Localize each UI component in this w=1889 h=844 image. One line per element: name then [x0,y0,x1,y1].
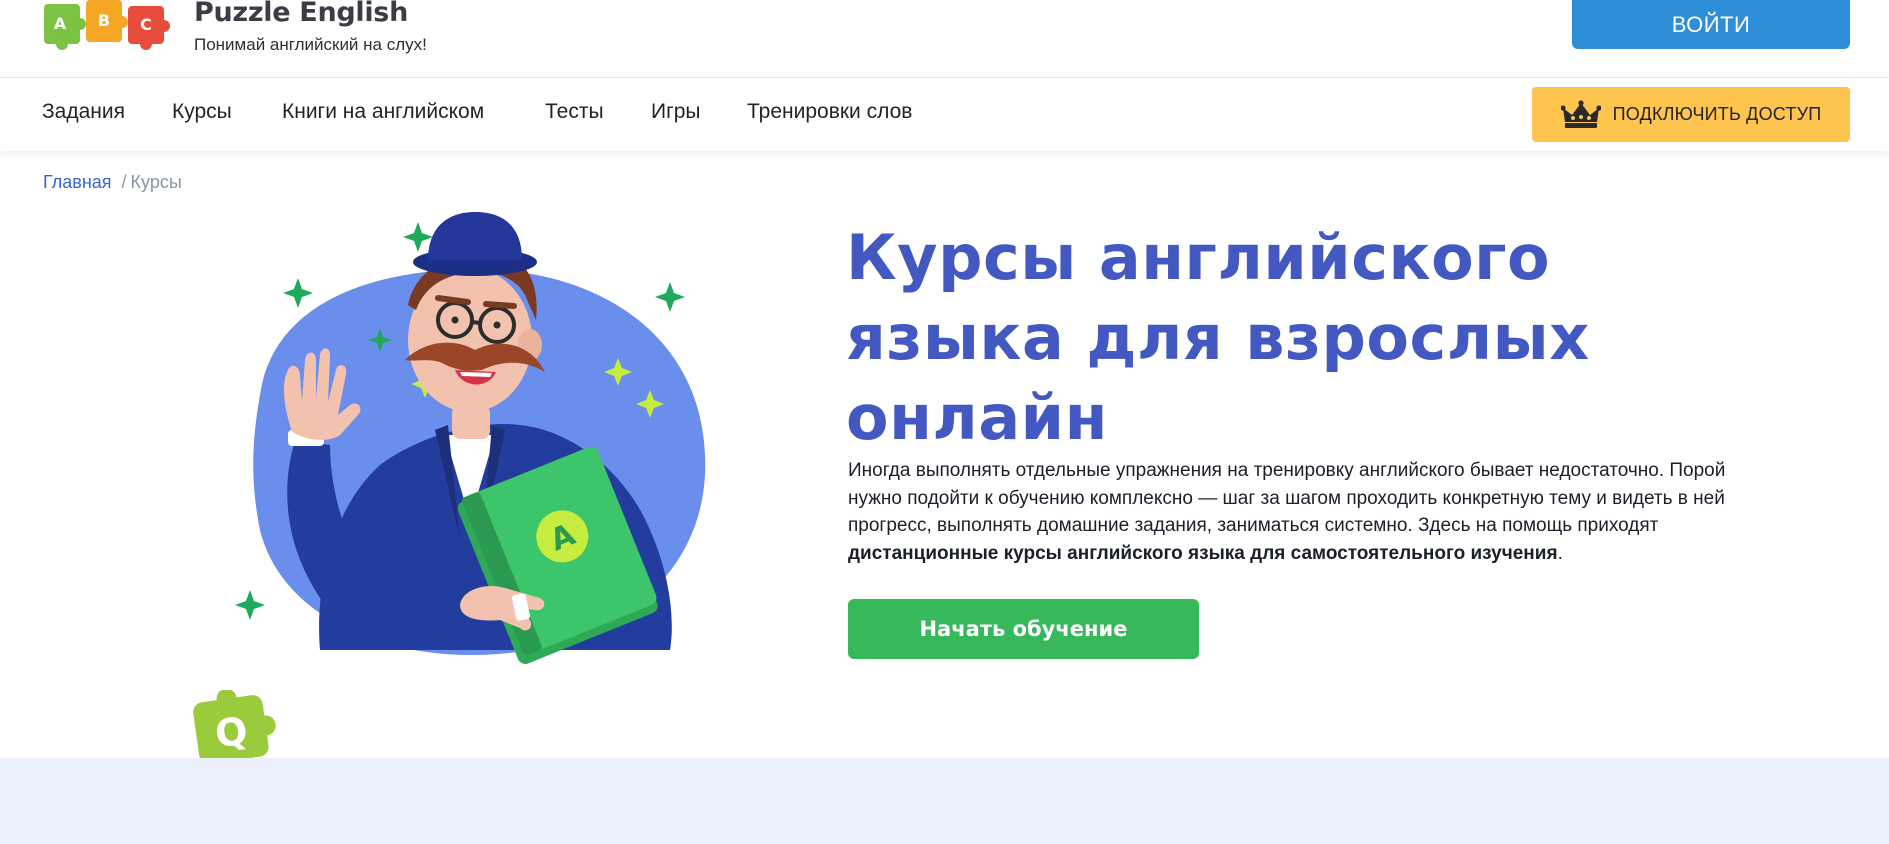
logo-letter-a: A [54,14,67,33]
breadcrumb: Главная / Курсы [43,172,182,193]
hero-description-end: . [1557,542,1563,564]
mascot-illustration: A [235,212,706,664]
hero-description-bold: дистанционные курсы английского языка дл… [848,542,1558,564]
nav-item-tasks[interactable]: Задания [42,100,125,124]
breadcrumb-separator: / [121,172,127,192]
login-button[interactable]: ВОЙТИ [1572,0,1850,49]
nav-item-games[interactable]: Игры [651,100,701,124]
crown-icon [1560,99,1601,128]
get-access-label: подключить доступ [1612,104,1822,124]
nav-item-word-training[interactable]: Тренировки слов [747,100,912,124]
logo-letter-c: C [140,15,152,34]
hero-description-text: Иногда выполнять отдельные упражнения на… [848,460,1726,536]
brand-name[interactable]: Puzzle English [194,0,408,28]
start-learning-button[interactable]: Начать обучение [848,599,1199,659]
logo-letter-b: B [98,11,110,30]
top-header: A B C Puzzle English Понимай английский … [0,0,1889,78]
puzzle-letter-q: Q [212,708,250,756]
nav-item-courses[interactable]: Курсы [172,100,232,124]
bottom-section-band [0,758,1889,844]
brand-tagline: Понимай английский на слух! [194,35,427,54]
get-access-button[interactable]: подключить доступ [1532,87,1850,142]
nav-item-tests[interactable]: Тесты [545,100,604,124]
breadcrumb-home[interactable]: Главная [43,172,112,192]
page-title: Курсы английского языка для взрослых онл… [846,221,1590,454]
main-nav: Задания Курсы Книги на английском Тесты … [0,78,1889,151]
puzzle-logo-icon[interactable]: A B C [42,0,174,52]
hero-description: Иногда выполнять отдельные упражнения на… [848,457,1748,567]
nav-item-books[interactable]: Книги на английском [282,100,484,124]
breadcrumb-current: Курсы [130,172,182,192]
